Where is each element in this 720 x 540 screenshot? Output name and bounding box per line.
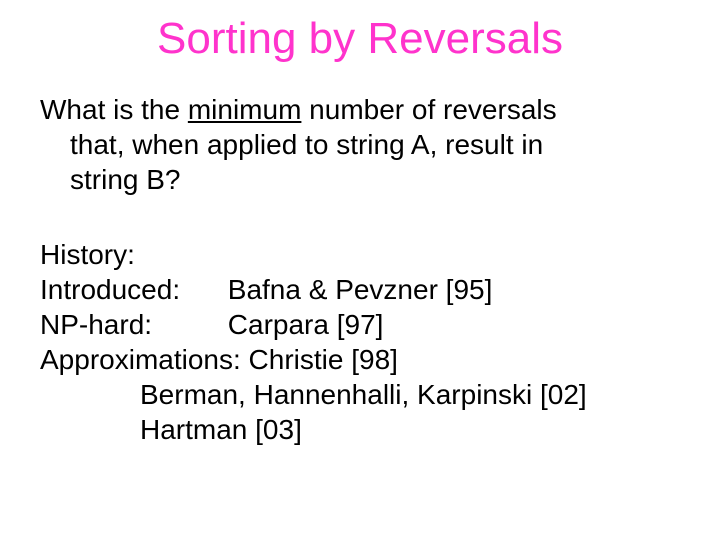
question-line-1: What is the minimum number of reversals <box>40 92 680 127</box>
history-heading: History: <box>40 237 680 272</box>
history-extra-1: Berman, Hannenhalli, Karpinski [02] <box>140 377 680 412</box>
history-block: History: Introduced: Bafna & Pevzner [95… <box>40 237 680 447</box>
history-approx-label: Approximations: <box>40 344 241 375</box>
history-approx: Approximations: Christie [98] <box>40 342 680 377</box>
question-text-pre: What is the <box>40 94 188 125</box>
history-introduced-value: Bafna & Pevzner [95] <box>228 274 493 305</box>
question-line-3: string B? <box>70 162 680 197</box>
slide: Sorting by Reversals What is the minimum… <box>0 0 720 540</box>
history-introduced: Introduced: Bafna & Pevzner [95] <box>40 272 680 307</box>
question-text-underlined: minimum <box>188 94 302 125</box>
history-introduced-label: Introduced: <box>40 272 220 307</box>
slide-body: What is the minimum number of reversals … <box>40 92 680 447</box>
history-nphard: NP-hard: Carpara [97] <box>40 307 680 342</box>
history-extra-2: Hartman [03] <box>140 412 680 447</box>
history-approx-value: Christie [98] <box>249 344 398 375</box>
question-block: What is the minimum number of reversals … <box>40 92 680 197</box>
slide-title: Sorting by Reversals <box>40 14 680 64</box>
history-nphard-label: NP-hard: <box>40 307 220 342</box>
question-text-post1: number of reversals <box>301 94 556 125</box>
question-line-2: that, when applied to string A, result i… <box>70 127 680 162</box>
history-nphard-value: Carpara [97] <box>228 309 384 340</box>
